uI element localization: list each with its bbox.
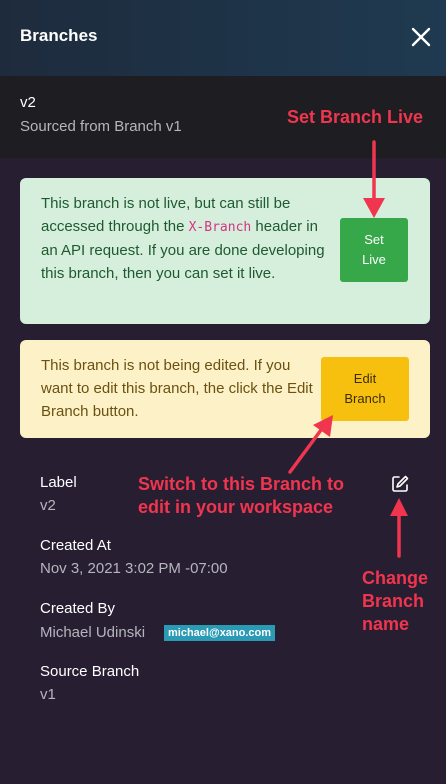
created-by-title: Created By: [40, 600, 116, 617]
not-live-alert-text: This branch is not live, but can still b…: [41, 195, 325, 282]
arrow-to-edit-icon: [390, 498, 408, 558]
source-branch-title: Source Branch: [40, 663, 140, 680]
label-field-value: v2: [40, 497, 56, 514]
created-by-email-badge: michael@xano.com: [164, 625, 276, 641]
created-at-value: Nov 3, 2021 3:02 PM -07:00: [40, 560, 228, 577]
created-at-title: Created At: [40, 537, 111, 554]
annotation-change-name: Change Branch name: [362, 568, 429, 634]
set-live-button[interactable]: Set Live: [340, 218, 408, 282]
x-branch-code: X-Branch: [188, 220, 252, 235]
close-icon[interactable]: [408, 24, 434, 50]
not-edited-alert-text: This branch is not being edited. If you …: [41, 357, 313, 420]
label-field-title: Label: [40, 474, 77, 491]
panel-title: Branches: [20, 26, 98, 45]
not-edited-alert: This branch is not being edited. If you …: [20, 340, 430, 438]
annotation-set-live: Set Branch Live: [287, 107, 424, 127]
source-branch-value: v1: [40, 686, 56, 703]
panel-header: Branches: [0, 0, 446, 76]
annotation-switch-branch: Switch to this Branch to edit in your wo…: [138, 474, 345, 517]
not-live-alert: This branch is not live, but can still b…: [20, 178, 430, 324]
branch-name: v2: [20, 94, 36, 111]
edit-pencil-icon[interactable]: [390, 474, 410, 494]
branch-source: Sourced from Branch v1: [20, 118, 182, 135]
edit-branch-button[interactable]: Edit Branch: [321, 357, 409, 421]
created-by-name: Michael Udinski: [40, 624, 146, 641]
